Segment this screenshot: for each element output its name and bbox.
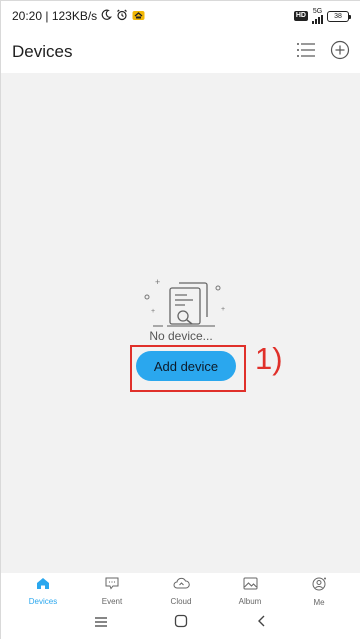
home-system-button[interactable] <box>169 614 193 634</box>
nav-devices[interactable]: Devices <box>15 573 71 607</box>
system-nav-bar <box>1 607 360 639</box>
nav-label: Cloud <box>170 597 192 606</box>
status-right: HD 5G 38 <box>293 8 351 24</box>
nav-cloud[interactable]: Cloud <box>153 573 209 607</box>
nav-label: Album <box>238 597 262 606</box>
app-notification-icon <box>132 9 145 24</box>
alarm-icon <box>116 9 128 24</box>
chevron-left-icon <box>255 614 267 633</box>
message-icon <box>105 577 119 595</box>
svg-text:+: + <box>221 306 225 313</box>
home-icon <box>36 577 50 595</box>
hd-badge: HD <box>293 11 308 21</box>
square-icon <box>173 613 189 634</box>
status-left: 20:20 | 123KB/s <box>12 9 145 24</box>
annotation-label: 1) <box>255 341 283 376</box>
phone-screen: 20:20 | 123KB/s HD 5G 38 Devices + + + N… <box>0 0 360 639</box>
page-title: Devices <box>12 42 73 61</box>
signal-icon: 5G <box>312 8 323 24</box>
nav-album[interactable]: Album <box>222 573 278 607</box>
battery-icon: 38 <box>327 10 351 22</box>
nav-label: Devices <box>28 597 58 606</box>
list-icon <box>296 42 316 63</box>
nav-event[interactable]: Event <box>84 573 140 607</box>
plus-circle-icon <box>330 40 350 65</box>
app-header: Devices <box>1 31 360 73</box>
status-bar: 20:20 | 123KB/s HD 5G 38 <box>1 1 360 31</box>
add-button[interactable] <box>329 40 351 65</box>
main-content: + + + No device... Add device 1) <box>1 73 360 573</box>
svg-text:+: + <box>151 308 155 315</box>
moon-icon <box>101 9 113 23</box>
add-device-button[interactable]: Add device <box>136 351 236 381</box>
battery-level: 38 <box>334 12 342 20</box>
list-view-button[interactable] <box>295 41 317 63</box>
menu-button[interactable] <box>89 614 113 634</box>
bottom-nav: Devices Event Cloud Album Me <box>1 573 360 607</box>
no-device-illustration: + + + <box>137 273 237 335</box>
nav-label: Me <box>313 598 325 607</box>
cloud-icon <box>173 577 190 595</box>
svg-text:+: + <box>155 277 160 287</box>
back-button[interactable] <box>249 614 273 634</box>
empty-state-text: No device... <box>149 329 213 343</box>
nav-label: Event <box>101 597 123 606</box>
status-time-speed: 20:20 | 123KB/s <box>12 9 98 23</box>
network-type: 5G <box>312 8 323 15</box>
nav-me[interactable]: Me <box>291 573 347 607</box>
image-icon <box>243 577 258 595</box>
user-icon <box>312 577 327 596</box>
menu-icon <box>93 615 109 633</box>
header-actions <box>295 40 351 65</box>
